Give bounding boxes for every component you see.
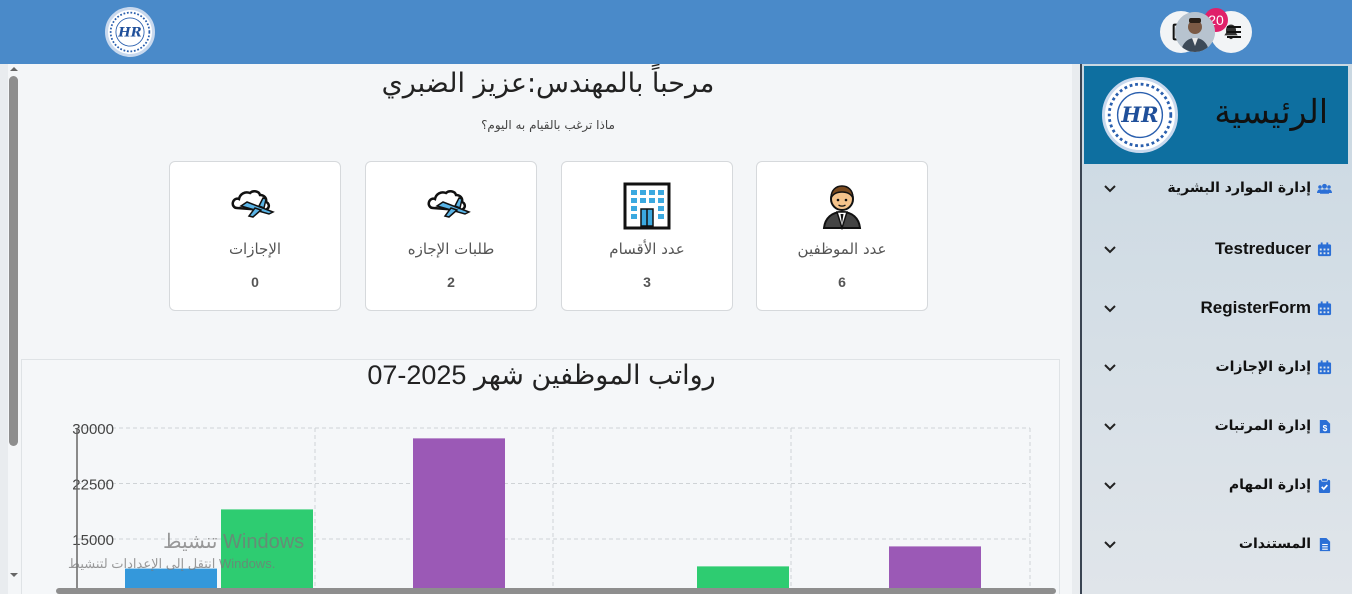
sidebar-item[interactable]: RegisterForm [1084,288,1348,328]
money-file-icon: $ [1317,419,1332,434]
sidebar-item-label: إدارة المهام [1228,477,1311,493]
horizontal-scrollbar[interactable] [22,586,1072,594]
sidebar-item[interactable]: إدارة المهام [1084,465,1348,505]
chart-title: رواتب الموظفين شهر 2025-07 [367,360,716,390]
sidebar-item[interactable]: إدارة الموارد البشرية [1084,168,1348,208]
sidebar-logo[interactable]: HR [1102,77,1178,153]
sidebar-item-label: إدارة الموارد البشرية [1167,180,1311,196]
menu-icon [1227,26,1241,38]
employee-icon [822,185,862,230]
card-label: الإجازات [228,240,282,258]
clipboard-check-icon [1317,477,1332,493]
airplane-icon [231,190,275,218]
scrollbar-thumb[interactable] [56,588,1056,594]
chevron-down-icon [1104,246,1116,254]
calendar-icon [1317,241,1332,257]
vertical-scrollbar[interactable] [7,64,21,590]
sidebar-item[interactable]: إدارة المرتبات $ [1084,406,1348,446]
top-navbar: HR [0,0,1352,64]
card-count: 2 [447,274,455,290]
card-label: طلبات الإجازه [407,240,495,258]
y-tick-label: 22500 [72,477,114,494]
scrollbar-thumb[interactable] [9,76,18,446]
windows-watermark-title: تنشيط Windows [163,531,305,553]
sidebar-title: الرئيسية [1214,92,1328,131]
logo[interactable]: HR [105,7,155,57]
card-leave-requests[interactable]: طلبات الإجازه 2 [365,161,537,311]
card-count: 6 [838,274,846,290]
y-tick-label: 15000 [72,532,114,549]
avatar[interactable] [1175,12,1215,52]
chevron-down-icon [1104,364,1116,372]
chevron-down-icon [1104,185,1116,193]
sidebar-item-label: المستندات [1238,536,1311,552]
sidebar-item-label: RegisterForm [1200,298,1311,317]
chevron-down-icon [1104,541,1116,549]
card-leaves[interactable]: الإجازات 0 [169,161,341,311]
building-icon [623,182,671,230]
calendar-icon [1317,300,1332,316]
chevron-down-icon [1104,482,1116,490]
card-departments[interactable]: عدد الأقسام 3 [561,161,733,311]
svg-text:HR: HR [1120,102,1158,127]
sidebar-item-label: Testreducer [1214,239,1311,258]
svg-text:$: $ [1323,423,1328,433]
sidebar-item-label: إدارة الإجازات [1215,359,1311,375]
menu-button[interactable] [1222,20,1246,44]
welcome-subtitle: ماذا ترغب بالقيام به اليوم؟ [481,118,615,132]
chevron-down-icon [1104,305,1116,313]
card-count: 3 [643,274,651,290]
calendar-icon [1317,359,1332,375]
chart-bar[interactable] [413,438,505,594]
document-icon [1317,537,1332,552]
sidebar-item[interactable]: المستندات [1084,524,1348,564]
airplane-icon [427,190,471,218]
users-icon [1317,181,1332,196]
chevron-down-icon [1104,423,1116,431]
sidebar: HR الرئيسية إدارة الموارد البشرية Testred… [1080,64,1352,594]
sidebar-item-label: إدارة المرتبات [1214,418,1311,434]
sidebar-item[interactable]: إدارة الإجازات [1084,347,1348,387]
welcome-title: مرحباً بالمهندس:عزيز الضبري [381,68,715,99]
sidebar-item[interactable]: Testreducer [1084,229,1348,269]
card-label: عدد الأقسام [609,240,685,258]
sidebar-header: HR الرئيسية [1084,66,1348,164]
svg-text:HR: HR [117,25,141,40]
card-label: عدد الموظفين [797,240,887,258]
main-content: مرحباً بالمهندس:عزيز الضبري ماذا ترغب با… [8,64,1072,594]
y-tick-label: 30000 [72,421,114,438]
card-employees[interactable]: عدد الموظفين 6 [756,161,928,311]
card-count: 0 [251,274,259,290]
windows-watermark-subtitle: انتقل إلى الإعدادات لتنشيط Windows. [68,556,276,571]
